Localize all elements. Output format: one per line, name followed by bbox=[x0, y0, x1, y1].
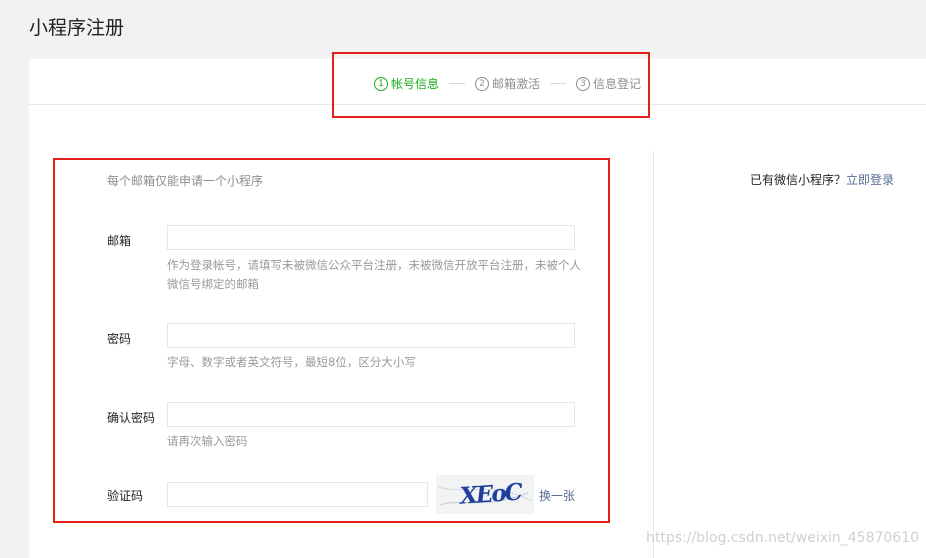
watermark: https://blog.csdn.net/weixin_45870610 bbox=[646, 530, 920, 546]
page-title: 小程序注册 bbox=[29, 17, 125, 39]
login-question: 已有微信小程序？ bbox=[750, 173, 847, 187]
highlight-box-form bbox=[53, 158, 610, 523]
login-prompt: 已有微信小程序？立即登录 bbox=[750, 171, 894, 188]
highlight-box-steps bbox=[332, 52, 650, 118]
login-link[interactable]: 立即登录 bbox=[846, 173, 894, 187]
column-divider bbox=[653, 151, 654, 558]
